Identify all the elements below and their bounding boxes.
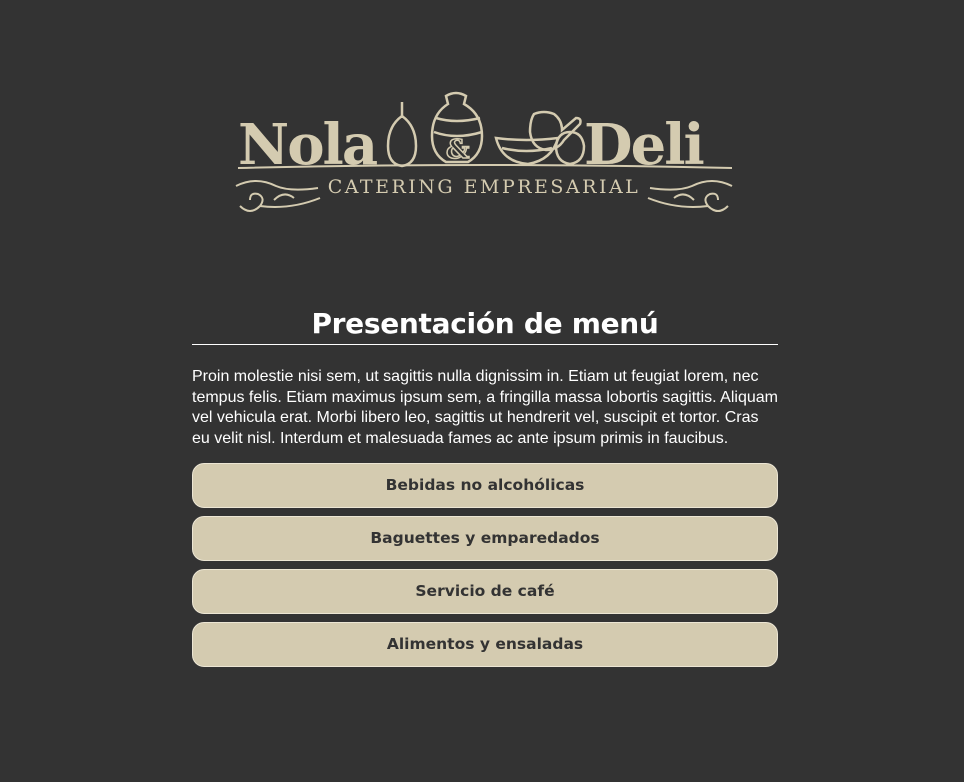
menu-button-cafe[interactable]: Servicio de café — [192, 569, 778, 614]
title-divider — [192, 344, 778, 345]
brand-logo: Nola & Deli CATERING EMPRESARIAL — [234, 88, 734, 218]
menu-button-alimentos[interactable]: Alimentos y ensaladas — [192, 622, 778, 667]
flourish-left-icon — [235, 180, 321, 212]
intro-paragraph: Proin molestie nisi sem, ut sagittis nul… — [192, 368, 778, 447]
flourish-right-icon — [647, 180, 733, 212]
menu-category-list: Bebidas no alcohólicas Baguettes y empar… — [192, 463, 778, 667]
brand-ampersand: & — [446, 135, 469, 165]
menu-button-baguettes[interactable]: Baguettes y emparedados — [192, 516, 778, 561]
brand-tagline: CATERING EMPRESARIAL — [328, 176, 641, 198]
menu-button-bebidas[interactable]: Bebidas no alcohólicas — [192, 463, 778, 508]
brand-name-right: Deli — [584, 112, 703, 178]
main-content: Presentación de menú Proin molestie nisi… — [192, 306, 778, 675]
still-life-illustration-icon — [386, 91, 586, 168]
page-title: Presentación de menú — [311, 307, 659, 340]
